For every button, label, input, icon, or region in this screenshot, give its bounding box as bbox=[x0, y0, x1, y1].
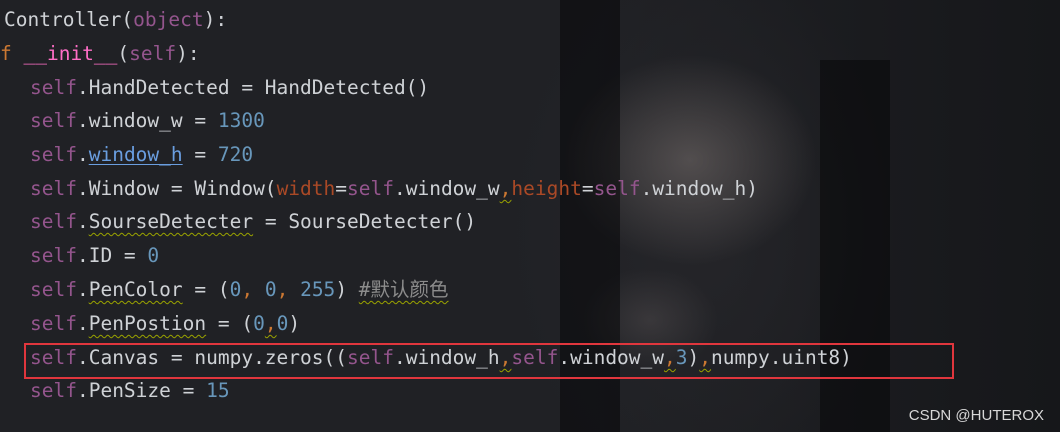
code-line: self.window_w = 1300 bbox=[30, 109, 265, 132]
code-line: Controller(object): bbox=[4, 8, 228, 31]
code-line: self.SourseDetecter = SourseDetecter() bbox=[30, 210, 477, 233]
code-editor[interactable]: Controller(object): f __init__(self): se… bbox=[0, 0, 1060, 432]
code-line: self.Window = Window(width=self.window_w… bbox=[30, 177, 758, 200]
code-line: self.PenColor = (0, 0, 255) #默认颜色 bbox=[30, 278, 449, 301]
code-line: f __init__(self): bbox=[0, 42, 200, 65]
code-line: self.PenSize = 15 bbox=[30, 379, 230, 402]
code-line: self.window_h = 720 bbox=[30, 143, 254, 166]
code-line: self.PenPostion = (0,0) bbox=[30, 312, 301, 335]
code-line: self.HandDetected = HandDetected() bbox=[30, 76, 430, 99]
code-line: self.ID = 0 bbox=[30, 244, 160, 267]
code-line: self.Canvas = numpy.zeros((self.window_h… bbox=[30, 346, 852, 369]
watermark: CSDN @HUTEROX bbox=[908, 407, 1044, 424]
